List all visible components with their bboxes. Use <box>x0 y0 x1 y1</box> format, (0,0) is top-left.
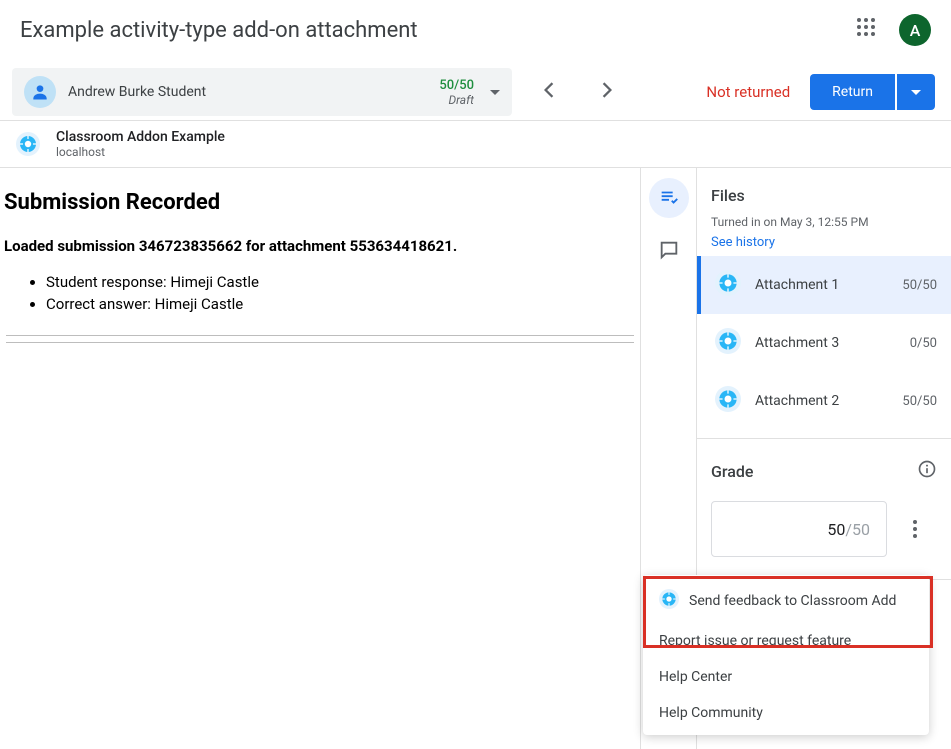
attachment-score: 50/50 <box>902 278 937 293</box>
attachment-icon <box>715 270 741 300</box>
chevron-down-icon <box>490 90 500 95</box>
menu-item-label: Help Community <box>659 705 763 721</box>
page-title: Example activity-type add-on attachment <box>20 18 418 43</box>
next-student-button[interactable] <box>594 74 620 110</box>
grade-menu-button[interactable] <box>903 520 927 538</box>
apps-launcher-icon[interactable] <box>857 18 881 42</box>
turned-in-text: Turned in on May 3, 12:55 PM <box>711 215 937 229</box>
see-history-link[interactable]: See history <box>711 235 775 250</box>
info-icon[interactable] <box>917 459 937 483</box>
addon-icon <box>12 128 44 160</box>
addon-icon <box>659 589 679 613</box>
grade-input[interactable]: 50/50 <box>711 501 887 557</box>
tab-files-icon[interactable] <box>649 178 689 218</box>
attachment-score: 0/50 <box>910 336 937 351</box>
submission-content: Submission Recorded Loaded submission 34… <box>0 168 641 749</box>
prev-student-button[interactable] <box>536 74 562 110</box>
attachment-name: Attachment 1 <box>755 277 902 293</box>
menu-item-report-issue[interactable]: Report issue or request feature <box>643 623 929 659</box>
student-avatar-icon <box>24 76 56 108</box>
menu-item-label: Send feedback to Classroom Add <box>689 593 896 609</box>
student-selector[interactable]: Andrew Burke Student 50/50 Draft <box>12 68 512 116</box>
tab-comments-icon[interactable] <box>649 230 689 270</box>
grade-heading: Grade <box>711 462 753 481</box>
attachment-name: Attachment 2 <box>755 393 902 409</box>
return-status: Not returned <box>706 83 790 101</box>
account-avatar[interactable]: A <box>899 14 931 46</box>
attachment-icon <box>715 386 741 416</box>
attachment-score: 50/50 <box>902 394 937 409</box>
student-score: 50/50 Draft <box>439 78 474 107</box>
menu-item-label: Help Center <box>659 669 732 685</box>
list-item: Student response: Himeji Castle <box>46 273 636 291</box>
content-heading: Submission Recorded <box>4 190 636 215</box>
attachment-row[interactable]: Attachment 2 50/50 <box>697 372 951 430</box>
menu-item-send-feedback[interactable]: Send feedback to Classroom Add <box>643 579 929 623</box>
feedback-menu: Send feedback to Classroom Add Report is… <box>643 575 929 735</box>
attachment-name: Attachment 3 <box>755 335 910 351</box>
grade-max: /50 <box>845 520 870 539</box>
return-dropdown-button[interactable] <box>897 74 935 110</box>
content-loaded-text: Loaded submission 346723835662 for attac… <box>4 237 636 255</box>
menu-item-help-community[interactable]: Help Community <box>643 695 929 731</box>
list-item: Correct answer: Himeji Castle <box>46 295 636 313</box>
menu-item-label: Report issue or request feature <box>659 633 851 649</box>
return-button[interactable]: Return <box>810 74 895 110</box>
menu-item-help-center[interactable]: Help Center <box>643 659 929 695</box>
attachment-icon <box>715 328 741 358</box>
files-heading: Files <box>711 186 937 205</box>
addon-host: localhost <box>56 145 225 159</box>
student-name: Andrew Burke Student <box>68 84 439 100</box>
addon-title: Classroom Addon Example <box>56 129 225 145</box>
attachment-row[interactable]: Attachment 3 0/50 <box>697 314 951 372</box>
attachment-row[interactable]: Attachment 1 50/50 <box>697 256 951 314</box>
grade-value: 50 <box>827 520 845 539</box>
